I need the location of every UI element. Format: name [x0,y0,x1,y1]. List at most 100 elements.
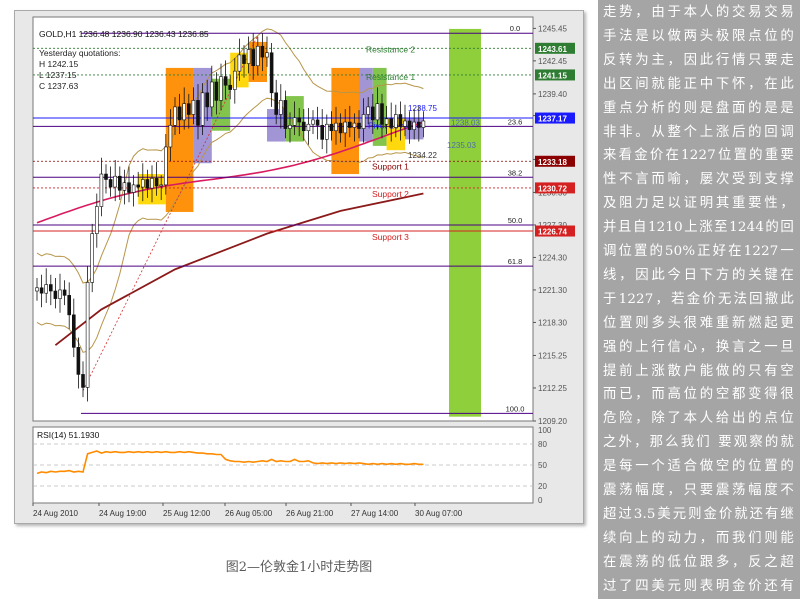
article-line-text: 超过3.5美元则金价就还有继 [603,506,794,522]
price-tick-label: 1218.30 [538,318,567,327]
article-line: 线，因此今日下方的关键在 [598,263,800,288]
time-tick-label: 27 Aug 14:00 [351,509,399,518]
candle-body [122,182,127,191]
rsi-label: RSI(14) 51.1930 [37,430,100,440]
yesterday-quotation: C 1237.63 [39,81,78,91]
candle-body [311,119,315,125]
time-tick-label: 24 Aug 19:00 [99,509,147,518]
candle-body [242,54,246,64]
candle-body [352,122,357,128]
candle-body [338,122,343,134]
candle-body [334,122,338,132]
candle-body [196,100,200,126]
candle-body [228,84,232,90]
yesterday-quotation: H 1242.15 [39,59,78,69]
time-tick-label: 26 Aug 21:00 [286,509,334,518]
price-badge-label: 1241.15 [538,71,567,80]
candle-body [219,76,223,101]
rsi-tick-label: 0 [538,496,543,505]
time-tick-label: 25 Aug 12:00 [163,509,211,518]
time-tick-label: 26 Aug 05:00 [225,509,273,518]
article-line-text: 提前上涨散户能做的只有空 [603,363,794,379]
article-line-text: 手法是以做两头极限点位的 [603,28,794,44]
candle-body [177,106,182,121]
chart-frame: 0.0 23.6 38.2 50.0 61.8 100.0 Resistance 2 Resi… [14,10,584,524]
candle-body [145,179,150,189]
level-annotation: 1234.22 [408,151,437,160]
article-text: 走势，由于本人的交易交易 手法是以做两头极限点位的 反转为主，因此行情只要走 出区间就… [598,0,800,599]
candle-body [361,114,366,129]
article-line: 在震荡的低位跟多，反之超 [598,550,800,575]
article-line-text: 震荡幅度，只要震荡幅度不 [603,483,794,498]
candle-body [278,100,283,115]
candle-body [421,120,426,128]
article-line: 重点分析的则是盘面的是是 [598,96,800,121]
figure-caption: 图2—伦敦金1小时走势图 [225,560,373,575]
candle-body [104,173,108,180]
article-line: 调位置的50%正好在1227一 [598,239,800,264]
price-tick-label: 1224.30 [538,253,567,262]
article-line: 超过3.5美元则金价就还有继 [598,502,800,527]
article-line-text: 而已，而高位的空都变得很 [603,387,794,403]
rsi-tick-label: 20 [538,482,547,491]
candle-body [35,287,39,292]
article-line: 来看金价在1227位置的重要 [598,143,800,168]
candle-body [393,114,398,128]
candle-body [370,106,375,121]
article-line: 性不言而喻，屡次受到支撑 [598,167,800,192]
candle-body [71,314,76,348]
article-line: 强的上行信心，换言之一旦 [598,335,800,360]
price-tick-label: 1242.45 [538,57,567,66]
candle-body [260,45,265,58]
article-line-text: 调位置的50%正好在1227一 [603,244,794,259]
article-line-text: 于1227，若金价无法回撤此 [603,291,794,307]
candle-body [136,184,140,188]
candle-body [320,125,325,140]
candle-body [265,52,269,58]
price-tick-label: 1215.25 [538,351,567,360]
level-annotation: 1238.03 [451,118,480,127]
candle-body [214,81,219,101]
rsi-tick-label: 50 [538,461,547,470]
sr-label: Resistance 2 [366,45,415,55]
candle-body [384,118,389,125]
candle-body [288,125,292,129]
candle-body [127,182,131,193]
candle-body [375,103,380,121]
candle-body [62,289,67,296]
article-line: 出区间就能正中下怀，在此 [598,72,800,97]
article-line-text: 是每一个适合做空的位置的 [603,459,794,475]
article-line-text: 来看金价在1227位置的重要 [603,148,794,164]
candle-body [416,121,421,128]
price-badge-label: 1237.17 [538,115,567,124]
article-line-text: 重点分析的则是盘面的是是 [603,100,794,116]
article-line: 过了四美元则表明金价还有 [598,574,800,599]
candle-body [173,106,177,126]
candle-body [159,184,163,187]
candle-body [168,125,173,148]
candle-body [108,179,113,188]
candle-body [343,121,348,134]
rsi-tick-label: 100 [538,426,552,435]
level-annotation: 1235.03 [447,141,476,150]
article-line-text: 续向上的动力，而我们则能 [603,530,794,546]
candle-body [251,49,255,67]
candle-body [246,49,251,64]
candle-body [269,52,274,94]
fib-label: 23.6 [508,117,523,126]
candle-body [154,178,159,187]
candle-body [187,103,191,115]
article-line: 于1227，若金价无法回撤此 [598,287,800,312]
candle-body [150,178,154,189]
candle-body [292,117,297,126]
price-tick-label: 1239.40 [538,90,567,99]
price-badge-label: 1230.72 [538,184,567,193]
fib-label: 0.0 [510,24,520,33]
article-line-text: 危险，除了本人给出的点位 [603,411,794,427]
article-line: 是每一个适合做空的位置的 [598,454,800,479]
candle-body [306,123,311,132]
article-line: 之外，那么我们 要观察的就 [598,430,800,455]
yesterday-quotation: L 1237.15 [39,70,77,80]
candle-body [315,119,320,126]
candle-body [398,114,403,127]
